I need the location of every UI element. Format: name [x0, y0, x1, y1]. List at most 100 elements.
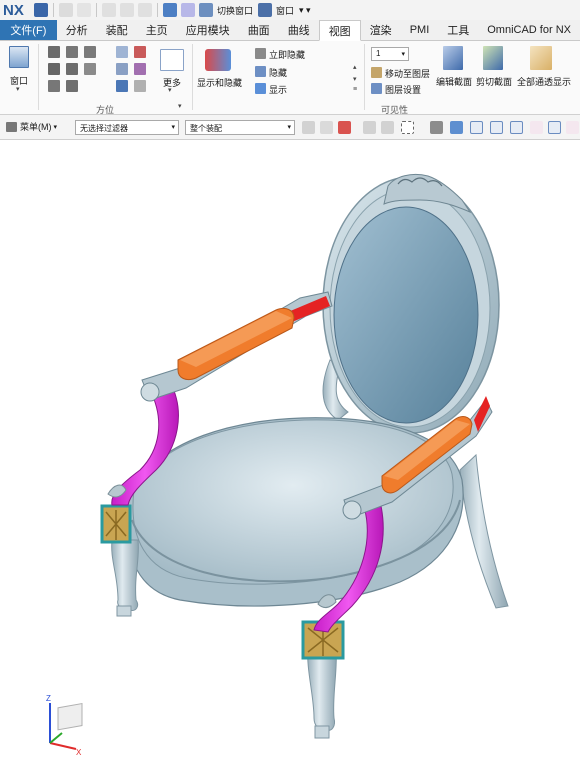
view-left-icon[interactable]	[84, 63, 96, 75]
arc-icon[interactable]	[530, 121, 543, 134]
tab-curve[interactable]: 曲线	[279, 20, 319, 40]
select-tool-icon[interactable]	[302, 121, 315, 134]
zoom-icon[interactable]	[134, 46, 146, 58]
show-hide-button[interactable]: 显示和隐藏	[197, 76, 242, 89]
view-front-icon[interactable]	[66, 46, 78, 58]
toolbar-divider	[53, 3, 54, 17]
more-button[interactable]: 更多	[163, 76, 181, 89]
tab-view[interactable]: 视图	[318, 20, 361, 41]
show-icon[interactable]	[255, 83, 266, 94]
show-button[interactable]: 显示	[269, 83, 287, 96]
chair-model[interactable]	[0, 141, 580, 773]
chevron-down-icon[interactable]: ▾	[168, 86, 172, 94]
hide-icon[interactable]	[255, 66, 266, 77]
move-to-layer-button[interactable]: 移动至图层	[385, 67, 430, 80]
group-divider	[38, 44, 39, 110]
tab-tools[interactable]: 工具	[438, 20, 478, 40]
brush-icon[interactable]	[134, 63, 146, 75]
copy-icon[interactable]	[120, 3, 134, 17]
toolbar-divider	[157, 3, 158, 17]
paste-icon[interactable]	[138, 3, 152, 17]
switch-window-button[interactable]: 切换窗口	[217, 4, 253, 17]
cube-icon[interactable]	[163, 3, 177, 17]
layout-icon[interactable]	[134, 80, 146, 92]
tab-file[interactable]: 文件(F)	[0, 20, 57, 40]
arm-scroll-right	[342, 500, 362, 520]
menu-icon	[6, 121, 17, 132]
selection-filter-select[interactable]: 无选择过滤器 ▾	[75, 120, 179, 135]
tab-omnicad[interactable]: OmniCAD for NX	[478, 20, 580, 40]
show-all-through-button[interactable]: 全部通透显示	[517, 75, 571, 88]
tab-surface[interactable]: 曲面	[239, 20, 279, 40]
spline-icon[interactable]	[548, 121, 561, 134]
more-icon[interactable]	[160, 49, 184, 71]
x-axis	[49, 742, 77, 750]
tab-home[interactable]: 主页	[137, 20, 177, 40]
selection-filter-value: 无选择过滤器	[80, 124, 128, 133]
pan-icon[interactable]	[116, 63, 128, 75]
point-snap-icon[interactable]	[470, 121, 483, 134]
layer-select-value: 1	[376, 49, 381, 58]
show-all-through-icon[interactable]	[530, 46, 552, 70]
curve-icon[interactable]	[510, 121, 523, 134]
y-axis	[49, 732, 63, 744]
tab-analysis[interactable]: 分析	[57, 20, 97, 40]
clip-section-button[interactable]: 剪切截面	[476, 75, 512, 88]
back-cushion	[333, 206, 479, 424]
snap-icon[interactable]	[363, 121, 376, 134]
x-axis-label: X	[76, 748, 82, 757]
layer-settings-button[interactable]: 图层设置	[385, 83, 421, 96]
tab-pmi[interactable]: PMI	[401, 20, 439, 40]
eraser-icon[interactable]	[181, 3, 195, 17]
save-icon[interactable]	[34, 3, 48, 17]
tab-render[interactable]: 渲染	[361, 20, 401, 40]
solid-icon[interactable]	[430, 121, 443, 134]
edit-section-icon[interactable]	[443, 46, 463, 70]
line-icon[interactable]	[490, 121, 503, 134]
box-select-icon[interactable]	[401, 121, 414, 134]
immediate-hide-button[interactable]: 立即隐藏	[269, 48, 305, 61]
layer-select[interactable]: 1 ▾	[371, 47, 409, 61]
hide-button[interactable]: 隐藏	[269, 66, 287, 79]
edit-section-button[interactable]: 编辑截面	[436, 75, 472, 88]
layer-settings-icon[interactable]	[371, 83, 382, 94]
undo-icon[interactable]	[59, 3, 73, 17]
switch-window-icon[interactable]	[199, 3, 213, 17]
window-icon[interactable]	[258, 3, 273, 17]
window-icon[interactable]	[9, 46, 29, 68]
redo-icon[interactable]	[77, 3, 91, 17]
view-right-icon[interactable]	[84, 46, 96, 58]
view-top-icon[interactable]	[48, 63, 60, 75]
front-leg-left-foot	[116, 605, 132, 617]
graphics-viewport[interactable]: Z X	[0, 141, 580, 773]
view-bottom-icon[interactable]	[66, 63, 78, 75]
cube-face-icon[interactable]	[450, 121, 463, 134]
cut-icon[interactable]	[102, 3, 116, 17]
snap-extend-icon[interactable]	[381, 121, 394, 134]
show-hide-icon[interactable]	[205, 49, 231, 71]
selection-scope-select[interactable]: 整个装配 ▾	[185, 120, 295, 135]
wave-icon[interactable]	[566, 121, 579, 134]
tab-assembly[interactable]: 装配	[97, 20, 137, 40]
toolbar-divider	[96, 3, 97, 17]
view-iso-icon[interactable]	[48, 46, 60, 58]
fit-icon[interactable]	[116, 46, 128, 58]
feature-select-icon[interactable]	[338, 121, 351, 134]
window-menu-button[interactable]: 窗口	[276, 4, 294, 17]
immediate-hide-icon[interactable]	[255, 48, 266, 59]
scroll-up-icon[interactable]: ▴	[353, 63, 357, 71]
move-to-layer-icon[interactable]	[371, 67, 382, 78]
view-back-icon[interactable]	[48, 80, 60, 92]
expand-icon[interactable]: ≡	[353, 86, 357, 93]
menu-button[interactable]: 菜单(M) ▾	[6, 120, 57, 133]
chevron-down-icon[interactable]: ▾	[16, 85, 20, 93]
view-trimetric-icon[interactable]	[66, 80, 78, 92]
clip-section-icon[interactable]	[483, 46, 503, 70]
scroll-down-icon[interactable]: ▾	[353, 75, 357, 83]
coordinate-triad: Z X	[46, 694, 83, 757]
tab-applications[interactable]: 应用模块	[177, 20, 239, 40]
chevron-down-icon[interactable]: ▾	[178, 102, 182, 110]
chevron-down-icon[interactable]: ▾ ▾	[299, 5, 311, 16]
general-select-icon[interactable]	[320, 121, 333, 134]
rotate-icon[interactable]	[116, 80, 128, 92]
